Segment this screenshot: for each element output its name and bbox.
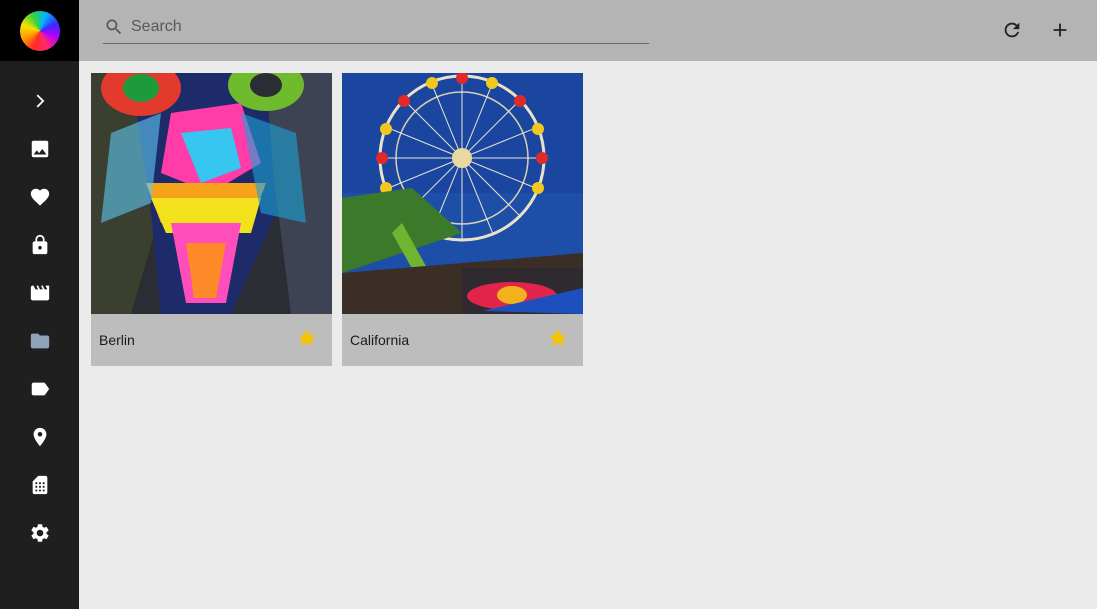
label-icon (31, 382, 49, 396)
album-card-footer: Berlin (91, 314, 332, 366)
sidebar-item-videos[interactable] (0, 269, 79, 317)
add-button[interactable] (1046, 16, 1074, 44)
plus-icon (1053, 23, 1067, 37)
album-title: California (350, 332, 410, 348)
film-library-icon (32, 475, 47, 495)
sidebar-item-settings[interactable] (0, 509, 79, 557)
album-card-footer: California (342, 314, 583, 366)
album-card-california[interactable]: California (342, 73, 583, 366)
gear-icon (30, 524, 49, 542)
folder-icon (30, 333, 49, 349)
search-input[interactable] (131, 11, 631, 42)
album-thumbnail[interactable] (91, 73, 332, 314)
refresh-button[interactable] (998, 16, 1026, 44)
album-thumbnail[interactable] (342, 73, 583, 314)
sidebar-item-labels[interactable] (0, 365, 79, 413)
movie-icon (30, 285, 49, 301)
sidebar-item-albums[interactable] (0, 317, 79, 365)
sidebar-item-photos[interactable] (0, 125, 79, 173)
sidebar (0, 0, 79, 609)
app-logo[interactable] (19, 10, 60, 51)
search-icon (106, 19, 122, 34)
lock-icon (32, 234, 47, 255)
favorite-toggle[interactable] (547, 327, 569, 354)
sidebar-item-library[interactable] (0, 461, 79, 509)
sidebar-nav (0, 77, 79, 557)
sidebar-item-favorites[interactable] (0, 173, 79, 221)
top-bar (79, 0, 1097, 61)
star-icon (297, 328, 317, 346)
album-card-berlin[interactable]: Berlin (91, 73, 332, 366)
sidebar-item-expand[interactable] (0, 77, 79, 125)
sidebar-item-private[interactable] (0, 221, 79, 269)
heart-icon (30, 188, 49, 206)
search-bar (103, 10, 649, 44)
refresh-icon (1004, 22, 1020, 38)
logo-area (0, 0, 79, 61)
chevron-right-icon (36, 94, 44, 108)
favorite-toggle[interactable] (296, 327, 318, 354)
album-title: Berlin (99, 332, 135, 348)
sidebar-item-places[interactable] (0, 413, 79, 461)
image-icon (31, 140, 48, 158)
place-icon (33, 427, 46, 447)
star-icon (548, 328, 568, 346)
